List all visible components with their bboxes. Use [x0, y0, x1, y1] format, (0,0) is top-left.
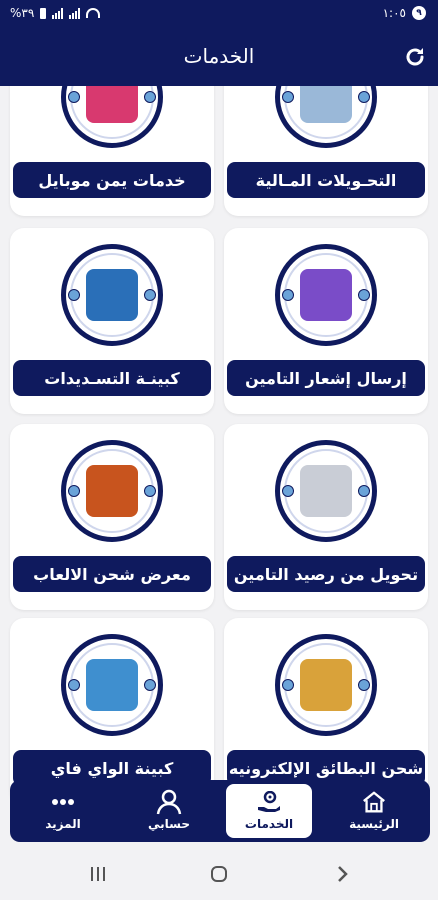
nav-more[interactable]: المزيد [18, 780, 108, 842]
nav-home[interactable]: الرئيسية [326, 780, 422, 842]
service-logo [61, 440, 163, 542]
service-logo [61, 86, 163, 148]
refresh-icon [406, 48, 424, 66]
signal-icon [52, 7, 64, 19]
nav-home-label: الرئيسية [349, 817, 399, 831]
refresh-button[interactable] [400, 42, 430, 72]
nav-account-label: حسابي [147, 817, 190, 831]
battery-icon [40, 7, 47, 19]
service-logo [275, 244, 377, 346]
service-card-electronic-cards[interactable]: شحن البطائق الإلكترونيه [224, 618, 428, 804]
service-logo [61, 634, 163, 736]
service-logo [275, 440, 377, 542]
services-grid: خدمات يمن موبايل التحـويلات المـالية كبي… [0, 86, 438, 840]
user-icon [156, 789, 182, 815]
recent-apps-button[interactable] [86, 864, 110, 884]
service-label[interactable]: معرض شحن الالعاب [13, 556, 211, 592]
bottom-navigation: المزيد حسابي الخدمات الرئيسية [10, 780, 430, 842]
status-indicators: %٣٩ [10, 6, 101, 20]
back-button[interactable] [330, 864, 354, 884]
service-card-games-recharge[interactable]: معرض شحن الالعاب [10, 424, 214, 610]
status-bar: %٣٩ ١:٠٥ ٩ [0, 0, 438, 28]
battery-percentage: %٣٩ [10, 6, 35, 20]
notification-badge: ٩ [412, 6, 426, 20]
recent-apps-icon [91, 867, 105, 881]
service-logo [275, 86, 377, 148]
service-label[interactable]: خدمات يمن موبايل [13, 162, 211, 198]
service-logo [275, 634, 377, 736]
service-label[interactable]: كبينـة التسـديدات [13, 360, 211, 396]
page-title: الخدمات [183, 44, 255, 68]
service-label[interactable]: إرسال إشعار التامين [227, 360, 425, 396]
status-time: ١:٠٥ [382, 6, 406, 20]
service-card-money-transfers[interactable]: التحـويلات المـالية [224, 86, 428, 216]
back-chevron-icon [338, 866, 348, 882]
home-icon [361, 791, 387, 813]
nav-services-label: الخدمات [244, 817, 294, 831]
more-dots-icon [50, 791, 76, 813]
nav-more-label: المزيد [45, 817, 81, 831]
home-system-button[interactable] [207, 864, 231, 884]
nav-account[interactable]: حسابي [124, 780, 214, 842]
service-card-wifi-booth[interactable]: كبينة الواي فاي [10, 618, 214, 804]
service-logo [61, 244, 163, 346]
service-card-send-deposit-notice[interactable]: إرسال إشعار التامين [224, 228, 428, 414]
services-hand-gear-icon [256, 791, 282, 813]
home-circle-icon [211, 866, 227, 882]
signal-icon-2 [69, 7, 81, 19]
status-time-area: ١:٠٥ ٩ [383, 6, 426, 20]
service-card-yemen-mobile[interactable]: خدمات يمن موبايل [10, 86, 214, 216]
service-card-transfer-from-balance[interactable]: تحويل من رصيد التامين [224, 424, 428, 610]
nav-services[interactable]: الخدمات [226, 784, 312, 838]
service-card-payments-booth[interactable]: كبينـة التسـديدات [10, 228, 214, 414]
system-navigation-bar [0, 848, 438, 900]
app-header: الخدمات [0, 28, 438, 86]
service-label[interactable]: تحويل من رصيد التامين [227, 556, 425, 592]
wifi-icon [86, 8, 101, 18]
service-label[interactable]: التحـويلات المـالية [227, 162, 425, 198]
